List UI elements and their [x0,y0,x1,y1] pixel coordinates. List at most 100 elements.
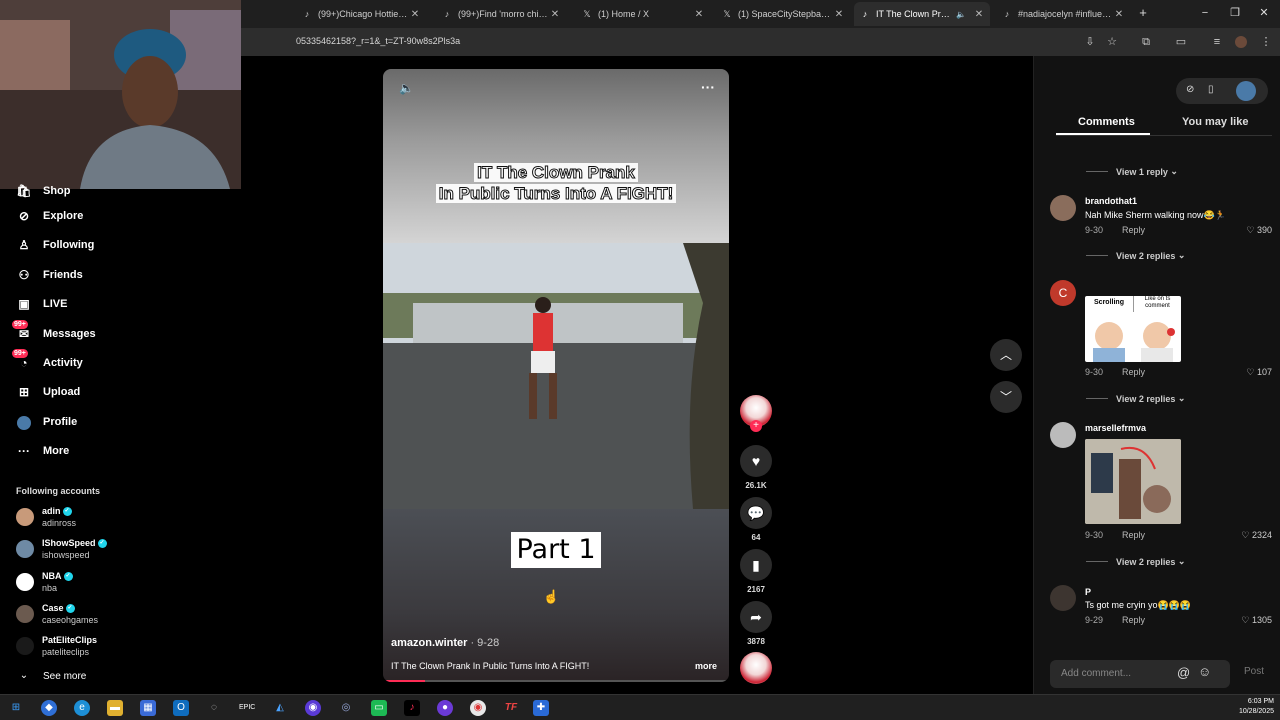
reply-button[interactable]: Reply [1122,367,1145,377]
close-icon[interactable]: ✕ [408,9,422,20]
new-tab-button[interactable]: + [1136,6,1150,20]
file-explorer-icon[interactable]: ▬ [107,700,123,716]
video-author[interactable]: amazon.winter · 9-28 [391,637,499,649]
emoji-icon[interactable]: ☺ [1198,664,1211,679]
comment-username[interactable]: brandothat1 [1085,196,1137,206]
following-account[interactable]: IShowSpeed ✓ ishowspeed [16,537,107,561]
bookmark-star-icon[interactable]: ☆ [1105,35,1119,49]
more-options-icon[interactable]: ··· [701,79,715,95]
minimize-icon[interactable]: − [1198,6,1212,20]
sidebar-item-messages[interactable]: ✉ 99+ Messages [12,320,96,342]
comment-action[interactable]: 💬 64 [740,497,772,542]
sidebar-item-shop[interactable]: 🛍 Shop [16,183,70,199]
comment-username[interactable]: P [1085,587,1091,597]
reply-button[interactable]: Reply [1122,530,1145,540]
app-icon[interactable]: ◭ [272,700,288,716]
comment-icon[interactable]: 💬 [740,497,772,529]
steam-icon[interactable]: ◎ [338,700,354,716]
restore-icon[interactable]: ❐ [1228,6,1242,20]
next-video-button[interactable]: ﹀ [990,381,1022,413]
avatar[interactable] [1050,422,1076,448]
close-icon[interactable]: ✕ [548,9,562,20]
discord-icon[interactable]: ◉ [305,700,321,716]
sidebar-item-upload[interactable]: ⊞ Upload [16,384,80,400]
store-icon[interactable]: ▦ [140,700,156,716]
extensions-icon[interactable]: ⧉ [1139,35,1153,49]
app-icon[interactable]: TF [503,700,519,716]
media-control-icon[interactable]: ≡ [1210,35,1224,49]
see-more-button[interactable]: ⌄ See more [16,668,87,684]
browser-tab[interactable]: ♪ (99+)Find 'morro chicago ✕ [436,2,566,26]
more-button[interactable]: more [695,661,717,671]
ubisoft-icon[interactable]: ◌ [206,700,222,716]
view-replies-button[interactable]: View 1 reply ⌄ [1086,166,1178,177]
app-icon[interactable]: ✚ [533,700,549,716]
heart-outline-icon[interactable]: ♡ [1246,225,1254,235]
reply-button[interactable]: Reply [1122,615,1145,625]
tab-comments[interactable]: Comments [1078,116,1135,128]
video-player[interactable]: 🔈 ··· IT The Clown Prank In Public Turns… [383,69,729,682]
close-icon[interactable]: ✕ [972,9,986,20]
browser-tab-active[interactable]: ♪ IT The Clown Prank Tu 🔈 ✕ [854,2,990,26]
heart-outline-icon[interactable]: ♡ [1241,615,1249,625]
save-action[interactable]: ▮ 2167 [740,549,772,594]
video-progress-bar[interactable] [383,680,729,682]
reply-button[interactable]: Reply [1122,225,1145,235]
following-account[interactable]: PatEliteClips pateliteclips [16,634,97,658]
outlook-icon[interactable]: O [173,700,189,716]
sound-avatar[interactable] [740,652,772,684]
close-window-icon[interactable]: ✕ [1257,6,1271,20]
view-replies-button[interactable]: View 2 replies ⌄ [1086,250,1185,261]
view-replies-button[interactable]: View 2 replies ⌄ [1086,556,1185,567]
browser-tab[interactable]: 𝕏 (1) SpaceCityStepback on ✕ [716,2,850,26]
comment-like[interactable]: ♡ 2324 [1241,530,1272,541]
comment-like[interactable]: ♡ 107 [1246,367,1272,378]
avatar[interactable] [1050,585,1076,611]
tiktok-icon[interactable]: ♪ [404,700,420,716]
sidebar-icon[interactable]: ▭ [1174,35,1188,49]
copilot-icon[interactable]: ◆ [41,700,57,716]
close-icon[interactable]: ✕ [832,9,846,20]
phone-icon[interactable]: ▯ [1208,84,1214,95]
sidebar-item-explore[interactable]: ⊘ Explore [16,208,83,224]
app-icon[interactable]: ▭ [371,700,387,716]
app-icon[interactable]: ● [437,700,453,716]
profile-avatar-icon[interactable] [1235,36,1247,48]
heart-outline-icon[interactable]: ♡ [1246,367,1254,377]
heart-icon[interactable]: ♥ [740,445,772,477]
browser-tab[interactable]: ♪ #nadiajocelyn #influencer ✕ [996,2,1130,26]
install-app-icon[interactable]: ⇩ [1083,35,1097,49]
sidebar-item-following[interactable]: ♙ Following [16,237,95,253]
sidebar-item-friends[interactable]: ⚇ Friends [16,267,83,283]
mute-icon[interactable]: 🔈 [399,81,414,95]
edge-icon[interactable]: e [74,700,90,716]
avatar[interactable] [1050,195,1076,221]
post-button[interactable]: Post [1244,666,1264,677]
speaker-icon[interactable]: 🔈 [954,10,968,19]
like-action[interactable]: ♥ 26.1K [740,445,772,490]
avatar[interactable]: C [1050,280,1076,306]
epic-games-icon[interactable]: EPIC [239,700,255,716]
mention-icon[interactable]: @ [1177,665,1190,680]
following-account[interactable]: Case ✓ caseohgames [16,602,98,626]
share-action[interactable]: ➦ 3878 [740,601,772,646]
comment-username[interactable]: marsellefrmva [1085,423,1146,433]
comment-like[interactable]: ♡ 390 [1246,225,1272,236]
sidebar-item-activity[interactable]: ◔ 99+ Activity [12,349,83,371]
close-icon[interactable]: ✕ [692,9,706,20]
compass-icon[interactable]: ⊘ [1186,84,1194,95]
previous-video-button[interactable]: ︿ [990,339,1022,371]
profile-avatar-icon[interactable] [1236,81,1256,101]
windows-start-icon[interactable]: ⊞ [8,700,24,716]
view-replies-button[interactable]: View 2 replies ⌄ [1086,393,1185,404]
browser-menu-icon[interactable]: ⋮ [1259,35,1273,49]
heart-outline-icon[interactable]: ♡ [1241,530,1249,540]
chrome-icon[interactable]: ◉ [470,700,486,716]
sidebar-item-more[interactable]: ··· More [16,443,69,459]
browser-tab[interactable]: ♪ (99+)Chicago Hottie's Me ✕ [296,2,426,26]
following-account[interactable]: NBA ✓ nba [16,570,73,594]
sidebar-item-profile[interactable]: Profile [16,414,77,430]
close-icon[interactable]: ✕ [1112,9,1126,20]
share-icon[interactable]: ➦ [740,601,772,633]
browser-tab[interactable]: 𝕏 (1) Home / X ✕ [576,2,710,26]
